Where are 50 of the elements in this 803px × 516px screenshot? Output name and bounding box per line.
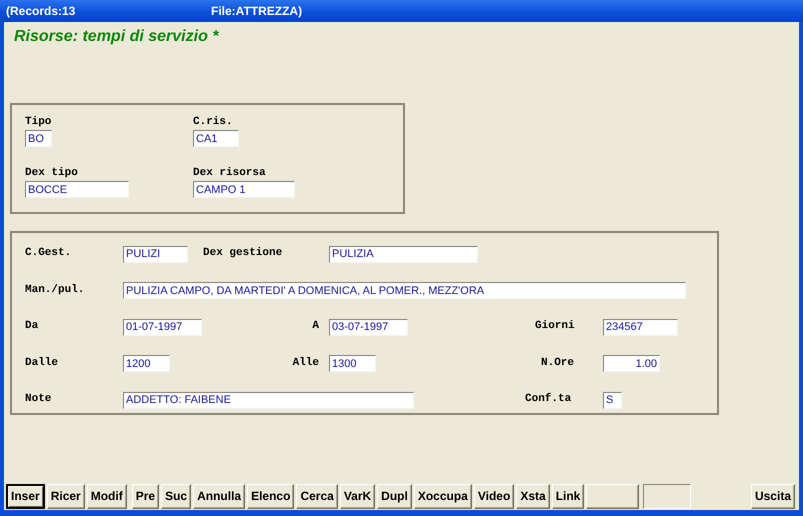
file-name: File:ATTREZZA)	[211, 4, 302, 18]
field-label: Giorni	[535, 320, 575, 332]
input-field[interactable]: ADDETTO: FAIBENE	[123, 392, 414, 409]
toolbar-button[interactable]: Video	[474, 484, 514, 508]
input-field[interactable]: 234567	[603, 318, 678, 336]
toolbar-button[interactable]: Ricer	[46, 484, 85, 508]
input-field[interactable]: 1200	[123, 355, 170, 372]
toolbar-button[interactable]: VarK	[340, 484, 376, 508]
toolbar-button[interactable]: Link	[552, 484, 584, 508]
toolbar-button[interactable]: Xsta	[516, 484, 550, 508]
records-count: (Records:13	[6, 4, 76, 18]
field-label: Tipo	[25, 116, 52, 128]
field-label: Alle	[292, 356, 320, 369]
toolbar-button[interactable]: Suc	[161, 484, 192, 508]
input-field[interactable]: 1300	[329, 355, 376, 372]
input-field[interactable]: PULIZI	[123, 246, 188, 263]
input-field[interactable]: PULIZIA	[329, 246, 478, 263]
input-field[interactable]: CA1	[193, 130, 239, 147]
field-label: N.Ore	[540, 356, 574, 369]
field-label: Dex risorsa	[193, 167, 266, 179]
toolbar-button[interactable]: Dupl	[377, 484, 412, 508]
toolbar-button[interactable]: Elenco	[247, 484, 294, 508]
toolbar-button[interactable]: Uscita	[750, 484, 795, 508]
field-label: A	[312, 320, 320, 332]
blank-button[interactable]	[586, 484, 640, 508]
field-label: C.Gest.	[25, 247, 72, 260]
field-label: Dex tipo	[25, 167, 78, 179]
toolbar-button[interactable]: Xoccupa	[414, 484, 472, 508]
field-label: Dalle	[25, 356, 58, 369]
toolbar-button[interactable]: Pre	[132, 484, 160, 508]
toolbar-button[interactable]: Inser	[6, 484, 45, 508]
form-heading: Risorse: tempi di servizio *	[14, 28, 220, 46]
input-field[interactable]: 03-07-1997	[329, 318, 408, 336]
field-label: Conf.ta	[525, 393, 572, 406]
input-field[interactable]: CAMPO 1	[193, 181, 295, 198]
toolbar-button[interactable]: Cerca	[296, 484, 338, 508]
toolbar-button[interactable]: Modif	[86, 484, 127, 508]
field-label: Da	[25, 320, 38, 332]
toolbar-button[interactable]: Annulla	[193, 484, 246, 508]
input-field[interactable]: PULIZIA CAMPO, DA MARTEDI' A DOMENICA, AL POMER., MEZZ'ORA	[123, 282, 686, 300]
status-panel	[643, 484, 692, 508]
field-label: C.ris.	[193, 116, 233, 128]
input-field[interactable]: BO	[25, 130, 52, 147]
field-label: Man./pul.	[25, 284, 84, 296]
input-field[interactable]: 01-07-1997	[123, 318, 202, 336]
field-label: Note	[25, 393, 52, 406]
input-field[interactable]: BOCCE	[25, 181, 129, 198]
input-field[interactable]: 1.00	[603, 355, 660, 372]
input-field[interactable]: S	[603, 392, 622, 409]
field-label: Dex gestione	[203, 247, 282, 260]
